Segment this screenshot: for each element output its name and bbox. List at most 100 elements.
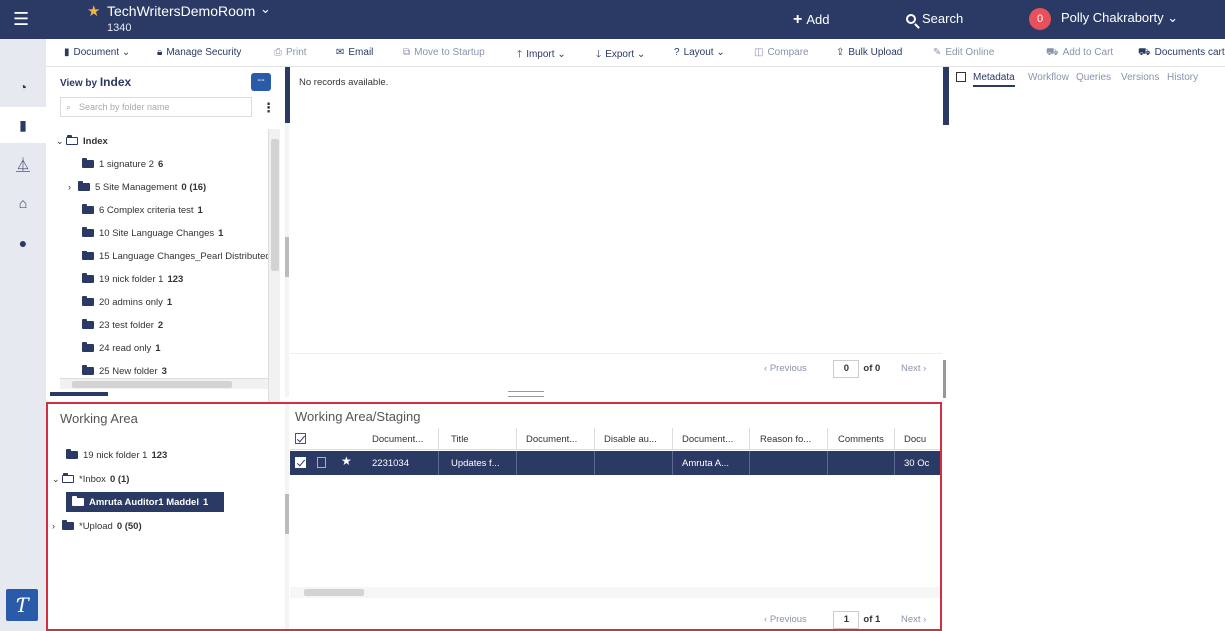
tree-horizontal-scrollbar[interactable] — [60, 378, 268, 389]
tree-item[interactable]: 23 test folder 2 — [82, 319, 163, 331]
folder-icon — [82, 365, 94, 375]
tree-item[interactable]: 24 read only 1 — [82, 342, 161, 354]
app-logo: Ƭ — [6, 589, 38, 621]
collapse-button[interactable]: -- — [251, 73, 271, 91]
menu-icon[interactable]: ☰ — [13, 10, 29, 28]
view-by-label[interactable]: View by Index — [60, 75, 131, 89]
tree-item[interactable]: 20 admins only 1 — [82, 296, 172, 308]
print-icon: ⎙ — [274, 47, 282, 58]
arrow-up-icon: 🡑 — [517, 49, 523, 60]
document-icon: ▮ — [64, 47, 70, 58]
edit-icon[interactable] — [956, 72, 966, 82]
import-menu[interactable]: 🡑 Import ⌄ — [517, 47, 566, 64]
previous-page-button[interactable]: ‹ Previous — [764, 363, 807, 374]
folder-icon — [82, 319, 94, 329]
chevron-down-icon: ⌄ — [56, 136, 64, 146]
cart-icon: ⛟ — [1046, 47, 1059, 58]
tab-metadata[interactable]: Metadata — [973, 72, 1015, 87]
tree-vertical-scrollbar[interactable] — [268, 129, 280, 439]
question-icon: ? — [674, 47, 680, 58]
tab-versions[interactable]: Versions — [1121, 72, 1159, 83]
kebab-menu-icon[interactable]: ⋮ — [262, 100, 275, 116]
folder-icon — [82, 273, 94, 283]
notification-badge[interactable]: 0 — [1029, 8, 1051, 30]
edit-icon: ✎ — [933, 47, 942, 58]
properties-panel: Metadata Workflow Queries Versions Histo… — [950, 67, 1225, 631]
app-header: ☰ ★ TechWritersDemoRoom ⌄ 1340 + Add Sear… — [0, 0, 1225, 39]
grid-divider — [290, 353, 942, 354]
export-menu[interactable]: 🡓 Export ⌄ — [596, 47, 645, 64]
envelope-icon: ✉ — [336, 47, 345, 58]
page-number-input[interactable]: 0 — [833, 360, 860, 378]
tree-item[interactable]: 6 Complex criteria test 1 — [82, 204, 203, 216]
print-button[interactable]: ⎙ Print — [274, 47, 307, 58]
room-name[interactable]: TechWritersDemoRoom — [107, 3, 255, 19]
documents-grid: No records available. ‹ Previous 0 of 0 N… — [290, 67, 942, 397]
document-toolbar: ▮ Document ⌄ 🔒︎ Manage Security ⎙ Print ✉ Em… — [46, 39, 1225, 67]
flask-icon[interactable]: ⏅ — [0, 147, 46, 183]
documents-icon[interactable]: ▮ — [0, 107, 46, 143]
move-to-startup-button[interactable]: ⧉ Move to Startup — [403, 47, 485, 58]
tree-bottom-indicator — [50, 392, 108, 396]
folder-tree-panel: View by Index -- ⌕ Search by folder name … — [54, 67, 282, 439]
folder-search-input[interactable]: ⌕ Search by folder name — [60, 97, 252, 117]
compare-icon: ◫ — [754, 47, 764, 58]
tree-item[interactable]: 1 signature 26 — [82, 158, 163, 170]
tab-workflow[interactable]: Workflow — [1028, 72, 1069, 83]
tree-item[interactable]: 19 nick folder 1 123 — [82, 273, 183, 285]
move-icon: ⧉ — [403, 47, 411, 58]
folder-icon — [82, 204, 94, 214]
upload-icon: ⇪ — [836, 47, 845, 58]
layout-menu[interactable]: ? Layout ⌄ — [674, 47, 725, 58]
documents-pager: ‹ Previous 0 of 0 Next › — [764, 360, 926, 378]
manage-security-button[interactable]: 🔒︎ Manage Security — [157, 47, 241, 58]
page-total: of 0 — [863, 363, 881, 374]
next-page-button[interactable]: Next › — [901, 363, 926, 374]
add-to-cart-button[interactable]: ⛟ Add to Cart — [1046, 47, 1113, 60]
favorite-star-icon[interactable]: ★ — [87, 2, 100, 20]
document-menu[interactable]: ▮ Document ⌄ — [64, 47, 130, 58]
search-button[interactable]: Search — [906, 11, 963, 26]
folder-icon — [82, 227, 94, 237]
folder-icon — [82, 158, 94, 168]
scrollbar-thumb[interactable] — [271, 139, 279, 271]
arrow-down-icon: 🡓 — [596, 49, 602, 60]
documents-cart-button[interactable]: ⛟ Documents cart — [1138, 47, 1225, 60]
add-button[interactable]: + Add — [793, 11, 829, 29]
working-area-highlight-frame — [46, 402, 942, 631]
plus-icon: + — [793, 11, 803, 28]
bulk-upload-button[interactable]: ⇪ Bulk Upload — [836, 47, 902, 58]
nav-rail: ◔ ▮ ⏅ ⌂ ● Ƭ — [0, 39, 46, 631]
right-splitter-handle[interactable] — [943, 67, 949, 125]
right-splitter-grip[interactable] — [943, 360, 946, 398]
folder-open-icon — [66, 135, 78, 145]
email-button[interactable]: ✉ Email — [336, 47, 373, 58]
user-icon[interactable]: ● — [0, 225, 46, 261]
tree-root-index[interactable]: ⌄ Index — [56, 135, 108, 147]
search-icon — [906, 14, 916, 24]
user-menu[interactable]: Polly Chakraborty ⌄ — [1061, 10, 1178, 26]
lock-icon: 🔒︎ — [157, 47, 163, 58]
room-dropdown-chevron-icon[interactable]: ⌄ — [260, 1, 271, 17]
tree-item[interactable]: 15 Language Changes_Pearl Distributed — [82, 251, 268, 262]
no-records-message: No records available. — [299, 77, 389, 88]
tab-queries[interactable]: Queries — [1076, 72, 1111, 83]
scrollbar-thumb[interactable] — [72, 381, 232, 388]
tab-history[interactable]: History — [1167, 72, 1198, 83]
inbox-tray-icon[interactable]: ⌂ — [0, 185, 46, 221]
folder-icon — [82, 296, 94, 306]
splitter-grip[interactable] — [285, 237, 289, 277]
compare-button[interactable]: ◫ Compare — [754, 47, 809, 58]
tree-item[interactable]: › 5 Site Management 0 (16) — [68, 181, 206, 193]
cart-icon: ⛟ — [1138, 47, 1151, 58]
horizontal-splitter-grip[interactable] — [508, 391, 544, 397]
edit-online-button[interactable]: ✎ Edit Online — [933, 47, 994, 58]
tree-item[interactable]: 25 New folder 3 — [82, 365, 167, 377]
dashboard-icon[interactable]: ◔ — [0, 69, 46, 105]
tree-item[interactable]: 10 Site Language Changes 1 — [82, 227, 223, 239]
room-id: 1340 — [107, 22, 132, 34]
folder-icon — [78, 181, 90, 191]
folder-icon — [82, 342, 94, 352]
search-icon: ⌕ — [66, 102, 72, 112]
chevron-right-icon: › — [68, 182, 71, 192]
